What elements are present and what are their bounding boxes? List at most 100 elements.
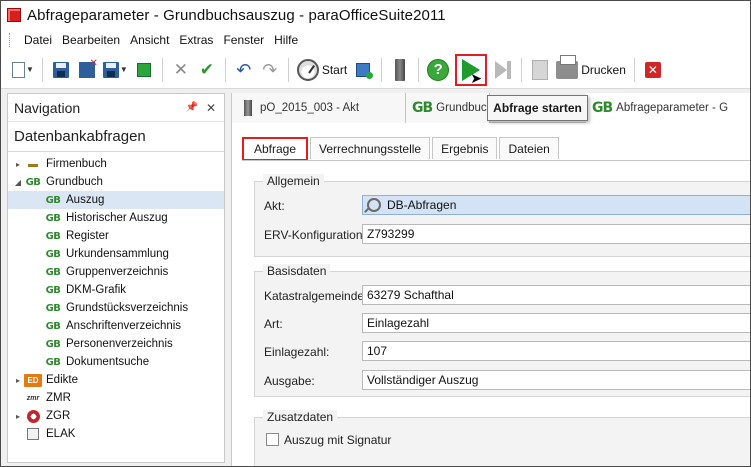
redo-button[interactable]: ↷	[257, 55, 283, 85]
list-button[interactable]	[350, 55, 376, 85]
signatur-checkbox[interactable]	[266, 433, 279, 446]
save-close-button[interactable]	[74, 55, 100, 85]
mouse-cursor-icon: ➤	[470, 69, 482, 86]
sub-tab-strip: Abfrage Verrechnungsstelle Ergebnis Date…	[242, 137, 561, 161]
erv-field[interactable]: Z793299	[362, 224, 750, 244]
start-button[interactable]: Start	[294, 55, 350, 85]
tree-item-elak[interactable]: ELAK	[8, 425, 224, 443]
new-document-icon	[12, 61, 25, 78]
save-button[interactable]	[48, 55, 74, 85]
tree-item-edikte[interactable]: ▸ ED Edikte	[8, 371, 224, 389]
einlagezahl-field[interactable]: 107	[362, 341, 750, 361]
close-red-button[interactable]: ✕	[640, 55, 666, 85]
toolbar: ▼ ▼ ✕ ✔ ↶ ↷ Start	[1, 51, 750, 89]
undo-icon: ↶	[236, 59, 252, 80]
gb-icon: GB	[45, 212, 61, 224]
doc-tab-grundbuch[interactable]: GB Grundbuch	[406, 93, 490, 123]
tree-item-label: ZGR	[46, 410, 71, 422]
abfrage-starten-button[interactable]: ➤	[452, 53, 490, 86]
tree-item-personenverzeichnis[interactable]: GB Personenverzeichnis	[8, 335, 224, 353]
close-icon[interactable]: ✕	[206, 101, 216, 115]
green-square-button[interactable]	[131, 55, 157, 85]
tree-item-zgr[interactable]: ▸ ZGR	[8, 407, 224, 425]
tree-item-label: Personenverzeichnis	[66, 338, 173, 350]
gb-icon: GB	[45, 248, 61, 260]
gb-icon: GB	[45, 230, 61, 242]
title-bar[interactable]: Abfrageparameter - Grundbuchsauszug - pa…	[1, 1, 750, 29]
menu-bearbeiten[interactable]: Bearbeiten	[57, 33, 125, 47]
print-label: Drucken	[581, 62, 626, 77]
toolbar-separator	[381, 57, 383, 82]
expand-icon[interactable]: ▸	[12, 376, 24, 385]
doc-tab-label: pO_2015_003 - Akt	[260, 102, 360, 114]
server-icon	[395, 58, 406, 81]
akt-field[interactable]: DB-Abfragen	[362, 195, 750, 215]
confirm-button[interactable]: ✔	[194, 55, 220, 85]
help-button[interactable]: ?	[424, 55, 452, 85]
chevron-down-icon: ▼	[119, 65, 128, 74]
tooltip-abfrage-starten: Abfrage starten	[487, 95, 588, 121]
tree-item-dkm-grafik[interactable]: GB DKM-Grafik	[8, 281, 224, 299]
firmenbuch-icon: ▬	[28, 158, 38, 170]
tree-item-label: Register	[66, 230, 109, 242]
tree-item-label: Dokumentsuche	[66, 356, 150, 368]
tab-abfrage[interactable]: Abfrage	[242, 137, 309, 161]
menu-datei[interactable]: Datei	[19, 33, 57, 47]
gb-icon: GB	[592, 100, 613, 116]
sub-tab-divider	[242, 160, 750, 161]
gb-icon: GB	[45, 284, 61, 296]
expand-icon[interactable]: ▸	[12, 412, 24, 421]
checkmark-icon: ✔	[199, 60, 214, 79]
undo-button[interactable]: ↶	[231, 55, 257, 85]
tab-dateien[interactable]: Dateien	[499, 137, 559, 159]
tree-item-gruppenverzeichnis[interactable]: GB Gruppenverzeichnis	[8, 263, 224, 281]
tree-item-label: Urkundensammlung	[66, 248, 169, 260]
menu-hilfe[interactable]: Hilfe	[269, 33, 303, 47]
expand-icon[interactable]: ▸	[12, 160, 24, 169]
tree-item-zmr[interactable]: zmr ZMR	[8, 389, 224, 407]
print-button[interactable]: Drucken	[553, 54, 629, 85]
skip-forward-icon	[493, 60, 513, 80]
printer-icon	[556, 54, 579, 79]
tree-item-urkundensammlung[interactable]: GB Urkundensammlung	[8, 245, 224, 263]
pin-icon[interactable]: 📌	[185, 102, 197, 113]
server-button[interactable]	[387, 55, 413, 85]
gb-icon: GB	[45, 320, 61, 332]
tree-item-anschriftenverzeichnis[interactable]: GB Anschriftenverzeichnis	[8, 317, 224, 335]
signatur-label[interactable]: Auszug mit Signatur	[284, 433, 391, 447]
collapse-icon[interactable]: ◢	[12, 178, 24, 187]
menu-ansicht[interactable]: Ansicht	[125, 33, 174, 47]
upload-button[interactable]	[527, 55, 553, 85]
tree-item-dokumentsuche[interactable]: GB Dokumentsuche	[8, 353, 224, 371]
art-field[interactable]: Einlagezahl	[362, 313, 750, 333]
save-options-button[interactable]: ▼	[100, 55, 131, 85]
toolbar-separator	[41, 57, 43, 82]
tree-item-auszug[interactable]: GB Auszug	[8, 191, 224, 209]
search-icon[interactable]	[367, 198, 381, 212]
tab-verrechnungsstelle[interactable]: Verrechnungsstelle	[310, 137, 431, 159]
new-document-button[interactable]: ▼	[9, 55, 37, 85]
akt-value: DB-Abfragen	[387, 198, 457, 212]
menu-bar: Datei Bearbeiten Ansicht Extras Fenster …	[1, 29, 750, 51]
gb-icon: GB	[45, 302, 61, 314]
tree-item-historischer-auszug[interactable]: GB Historischer Auszug	[8, 209, 224, 227]
ausgabe-field[interactable]: Vollständiger Auszug	[362, 370, 750, 390]
list-icon	[356, 62, 374, 79]
doc-tab-akt[interactable]: pO_2015_003 - Akt	[232, 93, 406, 123]
tree-item-grundstuecksverzeichnis[interactable]: GB Grundstücksverzeichnis	[8, 299, 224, 317]
tree-item-register[interactable]: GB Register	[8, 227, 224, 245]
cancel-button[interactable]: ✕	[168, 55, 194, 85]
tree-item-label: ELAK	[46, 428, 76, 440]
menu-fenster[interactable]: Fenster	[218, 33, 269, 47]
menu-extras[interactable]: Extras	[174, 33, 218, 47]
green-square-icon	[136, 62, 151, 77]
tab-ergebnis[interactable]: Ergebnis	[432, 137, 498, 159]
skip-forward-button[interactable]	[490, 55, 516, 85]
tree-item-grundbuch[interactable]: ◢ GB Grundbuch	[8, 173, 224, 191]
gb-icon: GB	[45, 356, 61, 368]
katastralgemeinde-field[interactable]: 63279 Schafthal	[362, 285, 750, 305]
doc-tab-abfrageparameter[interactable]: GB Abfrageparameter - G	[586, 93, 750, 123]
group-title-basisdaten: Basisdaten	[263, 264, 331, 278]
tree-item-firmenbuch[interactable]: ▸ ▬ Firmenbuch	[8, 155, 224, 173]
tree-item-label: Auszug	[66, 194, 105, 206]
